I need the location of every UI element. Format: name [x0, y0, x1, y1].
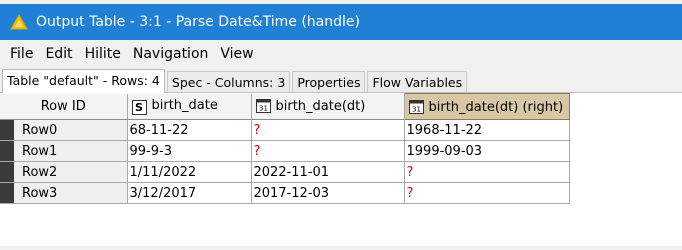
row-id-label: Row3: [22, 185, 58, 201]
menu-file[interactable]: File: [4, 40, 39, 69]
menu-edit[interactable]: Edit: [39, 40, 78, 69]
column-header-row-id[interactable]: Row ID: [0, 93, 128, 120]
svg-text:31: 31: [259, 105, 268, 113]
cell-birth-date-dt-right[interactable]: ?: [404, 182, 570, 204]
menu-hilite[interactable]: Hilite: [79, 40, 127, 69]
calendar-icon: 31: [255, 99, 271, 114]
cell-birth-date[interactable]: 99-9-3: [127, 140, 252, 162]
window-title: Output Table - 3:1 - Parse Date&Time (ha…: [36, 14, 360, 30]
table-row[interactable]: Row2 1/11/2022 2022-11-01 ?: [0, 161, 570, 183]
row-id-label: Row1: [22, 143, 58, 159]
tab-table-default[interactable]: Table "default" - Rows: 4: [2, 69, 165, 93]
menu-bar: File Edit Hilite Navigation View: [0, 40, 682, 69]
cell-birth-date[interactable]: 1/11/2022: [127, 161, 252, 183]
column-header-label: birth_date: [151, 97, 218, 113]
column-header-birth-date-dt[interactable]: 31 birth_date(dt): [251, 93, 405, 120]
title-bar[interactable]: Output Table - 3:1 - Parse Date&Time (ha…: [0, 4, 682, 40]
row-id-cell[interactable]: Row0: [0, 119, 128, 141]
output-table-window: Output Table - 3:1 - Parse Date&Time (ha…: [0, 4, 682, 250]
row-marker: [0, 141, 14, 161]
column-header-birth-date[interactable]: Sbirth_date: [127, 93, 252, 120]
table-row[interactable]: Row3 3/12/2017 2017-12-03 ?: [0, 182, 570, 204]
tab-properties[interactable]: Properties: [292, 71, 366, 93]
calendar-icon: 31: [408, 99, 424, 114]
menu-view[interactable]: View: [214, 40, 259, 69]
table-area: Row ID Sbirth_date 31 birth_date(dt) 31 …: [0, 93, 682, 246]
table-header-row: Row ID Sbirth_date 31 birth_date(dt) 31 …: [0, 93, 570, 120]
svg-text:31: 31: [412, 105, 421, 113]
row-marker: [0, 183, 14, 203]
cell-birth-date[interactable]: 68-11-22: [127, 119, 252, 141]
cell-birth-date-dt-right[interactable]: 1968-11-22: [404, 119, 570, 141]
cell-birth-date-dt-right[interactable]: ?: [404, 161, 570, 183]
string-type-icon: S: [131, 99, 147, 115]
tab-spec-columns[interactable]: Spec - Columns: 3: [166, 71, 291, 93]
cell-birth-date-dt[interactable]: 2017-12-03: [251, 182, 405, 204]
menu-navigation[interactable]: Navigation: [127, 40, 215, 69]
column-header-label: birth_date(dt): [275, 99, 366, 115]
cell-birth-date-dt[interactable]: 2022-11-01: [251, 161, 405, 183]
cell-birth-date-dt-right[interactable]: 1999-09-03: [404, 140, 570, 162]
row-id-cell[interactable]: Row1: [0, 140, 128, 162]
column-header-birth-date-dt-right[interactable]: 31 birth_date(dt) (right): [403, 93, 570, 120]
row-id-label: Row0: [22, 122, 58, 138]
table-row[interactable]: Row1 99-9-3 ? 1999-09-03: [0, 140, 570, 162]
row-id-cell[interactable]: Row2: [0, 161, 128, 183]
knime-logo-icon: [10, 14, 28, 30]
row-marker: [0, 162, 14, 182]
data-table: Row ID Sbirth_date 31 birth_date(dt) 31 …: [0, 93, 570, 204]
table-row[interactable]: Row0 68-11-22 ? 1968-11-22: [0, 119, 570, 141]
column-header-label: birth_date(dt) (right): [428, 99, 564, 115]
tab-bar: Table "default" - Rows: 4 Spec - Columns…: [0, 69, 682, 93]
cell-birth-date[interactable]: 3/12/2017: [127, 182, 252, 204]
row-marker: [0, 120, 14, 140]
row-id-label: Row2: [22, 164, 58, 180]
cell-birth-date-dt[interactable]: ?: [251, 119, 405, 141]
cell-birth-date-dt[interactable]: ?: [251, 140, 405, 162]
row-id-cell[interactable]: Row3: [0, 182, 128, 204]
tab-flow-variables[interactable]: Flow Variables: [367, 71, 468, 93]
